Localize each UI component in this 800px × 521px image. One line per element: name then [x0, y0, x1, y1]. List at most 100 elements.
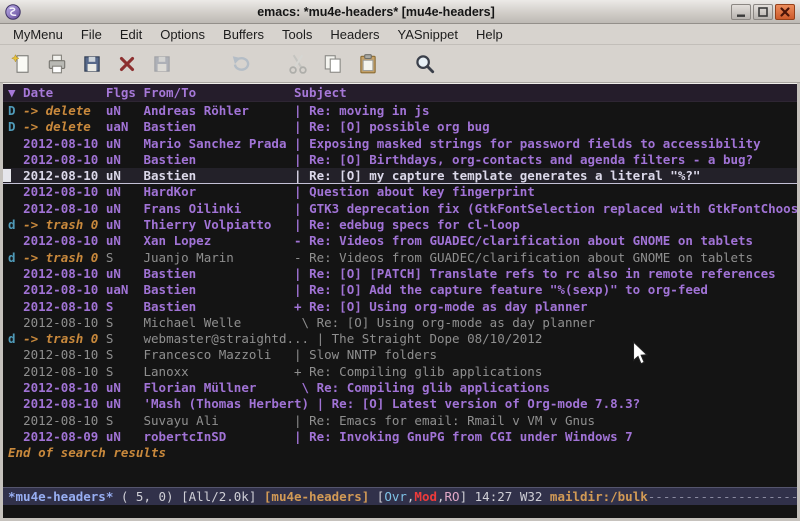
- message-from: Michael Welle: [144, 315, 295, 330]
- message-flags: uN: [106, 152, 144, 167]
- minimize-button[interactable]: [731, 4, 751, 20]
- message-subject: | The Straight Dope 08/10/2012: [317, 331, 543, 346]
- close-buffer-icon[interactable]: [113, 50, 141, 78]
- message-subject: | Re: Invoking GnuPG from CGI under Wind…: [294, 429, 633, 444]
- new-file-icon[interactable]: [8, 50, 36, 78]
- message-mark: [8, 233, 23, 248]
- message-row[interactable]: 2012-08-10 uaN Bastien | Re: [O] Add the…: [8, 282, 797, 298]
- save-icon[interactable]: [78, 50, 106, 78]
- message-row[interactable]: 2012-08-10 uN Bastien | Re: [O] my captu…: [3, 168, 797, 184]
- modeline[interactable]: *mu4e-headers* ( 5, 0) [All/2.0k] [mu4e-…: [3, 487, 797, 505]
- message-date: -> trash 0: [23, 217, 106, 232]
- message-mark: [8, 266, 23, 281]
- message-subject: | Re: [O] [PATCH] Translate refs to rc a…: [294, 266, 776, 281]
- message-mark: [8, 136, 23, 151]
- message-from: Lanoxx: [144, 364, 295, 379]
- message-subject: - Re: Videos from GUADEC/clarification a…: [294, 250, 753, 265]
- menu-item-file[interactable]: File: [72, 24, 111, 45]
- message-date: 2012-08-10: [23, 380, 106, 395]
- column-header-flags[interactable]: Flgs: [106, 84, 144, 102]
- message-from: Andreas Röhler: [144, 103, 295, 118]
- message-row[interactable]: 2012-08-09 uN robertcInSD | Re: Invoking…: [8, 429, 797, 445]
- column-header-subject[interactable]: Subject: [294, 84, 347, 102]
- menu-item-tools[interactable]: Tools: [273, 24, 321, 45]
- message-subject: | GTK3 deprecation fix (GtkFontSelection…: [294, 201, 797, 216]
- copy-icon[interactable]: [319, 50, 347, 78]
- message-mark: D: [8, 119, 23, 134]
- message-date: 2012-08-10: [23, 396, 106, 411]
- message-row[interactable]: d -> trash 0 S Juanjo Marin - Re: Videos…: [8, 250, 797, 266]
- message-row[interactable]: D -> delete uaN Bastien | Re: [O] possib…: [8, 119, 797, 135]
- menu-item-yasnippet[interactable]: YASnippet: [388, 24, 466, 45]
- message-row[interactable]: 2012-08-10 S Bastien + Re: [O] Using org…: [8, 299, 797, 315]
- undo-icon: [227, 50, 255, 78]
- message-date: -> delete: [23, 103, 106, 118]
- message-from: Bastien: [144, 152, 295, 167]
- menu-item-options[interactable]: Options: [151, 24, 214, 45]
- menu-item-edit[interactable]: Edit: [111, 24, 151, 45]
- message-from: HardKor: [144, 184, 295, 199]
- message-subject: - Re: Videos from GUADEC/clarification a…: [294, 233, 753, 248]
- message-date: 2012-08-10: [23, 136, 106, 151]
- menu-item-headers[interactable]: Headers: [321, 24, 388, 45]
- message-from: Bastien: [144, 119, 295, 134]
- echo-area[interactable]: [3, 505, 797, 518]
- paste-icon[interactable]: [354, 50, 382, 78]
- message-mark: [8, 347, 23, 362]
- menu-item-mymenu[interactable]: MyMenu: [4, 24, 72, 45]
- message-row[interactable]: d -> trash 0 S webmaster@straightd... | …: [8, 331, 797, 347]
- message-row[interactable]: 2012-08-10 uN Bastien | Re: [O] Birthday…: [8, 152, 797, 168]
- message-flags: uN: [106, 380, 144, 395]
- message-flags: uN: [106, 168, 144, 183]
- message-row[interactable]: 2012-08-10 uN Frans Oilinki | GTK3 depre…: [8, 201, 797, 217]
- message-row[interactable]: 2012-08-10 uN Mario Sanchez Prada | Expo…: [8, 136, 797, 152]
- message-flags: uN: [106, 233, 144, 248]
- message-row[interactable]: 2012-08-10 S Lanoxx + Re: Compiling glib…: [8, 364, 797, 380]
- modeline-status-close-bracket: ]: [460, 489, 475, 504]
- message-from: Bastien: [144, 168, 295, 183]
- message-row[interactable]: 2012-08-10 S Suvayu Ali | Re: Emacs for …: [8, 413, 797, 429]
- message-flags: uN: [106, 184, 144, 199]
- message-row[interactable]: 2012-08-10 S Michael Welle \ Re: [O] Usi…: [8, 315, 797, 331]
- message-subject: | Re: [O] possible org bug: [294, 119, 490, 134]
- message-subject: | Re: Emacs for email: Rmail v VM v Gnus: [294, 413, 595, 428]
- modeline-maildir: maildir:/bulk: [550, 489, 648, 504]
- message-row[interactable]: d -> trash 0 uN Thierry Volpiatto | Re: …: [8, 217, 797, 233]
- column-header-from[interactable]: From/To: [143, 84, 294, 102]
- message-row[interactable]: 2012-08-10 uN Xan Lopez - Re: Videos fro…: [8, 233, 797, 249]
- close-button[interactable]: [775, 4, 795, 20]
- column-header-date[interactable]: ▼ Date: [8, 84, 106, 102]
- message-from: Bastien: [144, 282, 295, 297]
- message-date: 2012-08-09: [23, 429, 106, 444]
- message-row[interactable]: 2012-08-10 S Francesco Mazzoli | Slow NN…: [8, 347, 797, 363]
- headers-header-line: ▼ DateFlgsFrom/ToSubject: [3, 84, 797, 102]
- message-row[interactable]: 2012-08-10 uN 'Mash (Thomas Herbert) | R…: [8, 396, 797, 412]
- window-title: emacs: *mu4e-headers* [mu4e-headers]: [21, 5, 731, 19]
- message-row[interactable]: D -> delete uN Andreas Röhler | Re: movi…: [8, 103, 797, 119]
- print-icon[interactable]: [43, 50, 71, 78]
- message-subject: | Slow NNTP folders: [294, 347, 437, 362]
- titlebar[interactable]: emacs: *mu4e-headers* [mu4e-headers]: [0, 0, 800, 24]
- search-icon[interactable]: [411, 50, 439, 78]
- maximize-button[interactable]: [753, 4, 773, 20]
- message-from: Thierry Volpiatto: [144, 217, 295, 232]
- menu-item-buffers[interactable]: Buffers: [214, 24, 273, 45]
- message-row[interactable]: 2012-08-10 uN Bastien | Re: [O] [PATCH] …: [8, 266, 797, 282]
- message-subject: \ Re: Compiling glib applications: [294, 380, 550, 395]
- message-from: Bastien: [144, 266, 295, 281]
- message-flags: uN: [106, 103, 144, 118]
- message-date: 2012-08-10: [23, 299, 106, 314]
- message-row[interactable]: 2012-08-10 uN Florian Müllner \ Re: Comp…: [8, 380, 797, 396]
- cut-icon[interactable]: [284, 50, 312, 78]
- menu-item-help[interactable]: Help: [467, 24, 512, 45]
- message-mark: [8, 315, 23, 330]
- message-mark: D: [8, 103, 23, 118]
- message-date: -> trash 0: [23, 250, 106, 265]
- message-mark: [8, 299, 23, 314]
- message-flags: uN: [106, 217, 144, 232]
- modeline-cursor-position: ( 5, 0): [113, 489, 181, 504]
- modeline-major-mode: [mu4e-headers]: [264, 489, 377, 504]
- message-from: Francesco Mazzoli: [144, 347, 295, 362]
- message-row[interactable]: 2012-08-10 uN HardKor | Question about k…: [8, 184, 797, 200]
- message-date: 2012-08-10: [23, 413, 106, 428]
